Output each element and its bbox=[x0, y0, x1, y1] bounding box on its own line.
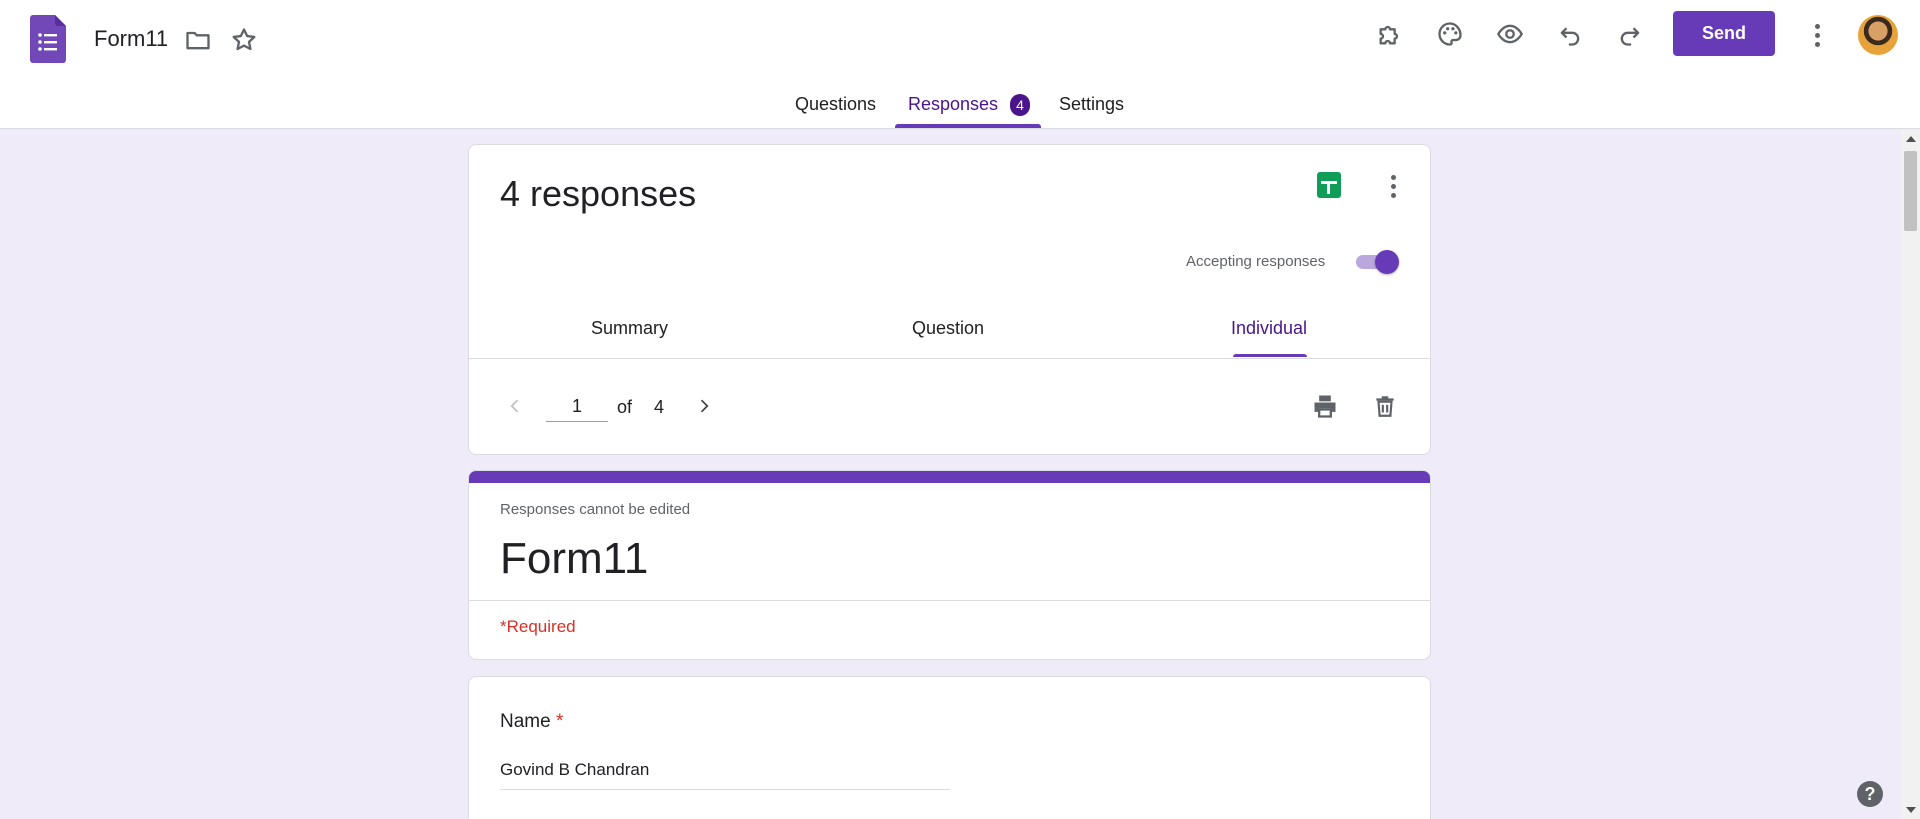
question-label: Name * bbox=[500, 711, 563, 733]
undo-icon[interactable] bbox=[1550, 14, 1590, 54]
page-scrollbar[interactable] bbox=[1901, 130, 1920, 819]
accepting-responses-label: Accepting responses bbox=[1186, 253, 1326, 270]
scroll-down-arrow-icon[interactable] bbox=[1906, 807, 1916, 813]
preview-eye-icon[interactable] bbox=[1490, 14, 1530, 54]
required-asterisk: * bbox=[555, 711, 564, 732]
subtab-question[interactable]: Question bbox=[912, 318, 984, 339]
page-number-input[interactable] bbox=[546, 392, 608, 422]
app-header: Form11 Send Questions Responses 4 Settin… bbox=[0, 0, 1920, 129]
form-title: Form11 bbox=[500, 534, 649, 583]
account-avatar[interactable] bbox=[1858, 15, 1898, 55]
responses-count-badge: 4 bbox=[1010, 94, 1030, 116]
cannot-edit-note: Responses cannot be edited bbox=[500, 501, 691, 518]
chevron-left-icon[interactable] bbox=[499, 390, 531, 422]
addon-icon[interactable] bbox=[1370, 14, 1410, 54]
tab-settings[interactable]: Settings bbox=[1059, 94, 1124, 115]
required-note: *Required bbox=[500, 617, 576, 636]
print-icon[interactable] bbox=[1309, 390, 1341, 422]
send-button[interactable]: Send bbox=[1673, 11, 1775, 56]
responses-more-icon[interactable] bbox=[1388, 175, 1398, 198]
responses-summary-card: 4 responses Accepting responses Summary … bbox=[468, 144, 1431, 455]
more-vert-icon[interactable] bbox=[1812, 24, 1822, 47]
folder-icon[interactable] bbox=[178, 20, 218, 60]
sheets-link-icon[interactable] bbox=[1317, 172, 1341, 198]
active-tab-indicator bbox=[895, 124, 1041, 128]
responses-count-heading: 4 responses bbox=[500, 173, 697, 214]
accent-bar bbox=[469, 471, 1430, 483]
tab-questions[interactable]: Questions bbox=[795, 94, 876, 115]
response-form-header-card: Responses cannot be edited Form11 *Requi… bbox=[468, 470, 1431, 660]
redo-icon[interactable] bbox=[1610, 14, 1650, 54]
help-icon[interactable]: ? bbox=[1857, 781, 1883, 807]
divider bbox=[469, 600, 1430, 601]
scroll-thumb[interactable] bbox=[1904, 151, 1917, 231]
accepting-responses-toggle[interactable] bbox=[1353, 250, 1399, 274]
chevron-right-icon[interactable] bbox=[688, 390, 720, 422]
subtab-individual[interactable]: Individual bbox=[1231, 318, 1307, 339]
pager-of-label: of bbox=[617, 397, 633, 417]
palette-icon[interactable] bbox=[1430, 14, 1470, 54]
pager-total: 4 bbox=[654, 397, 665, 417]
active-subtab-indicator bbox=[1233, 354, 1307, 357]
delete-icon[interactable] bbox=[1369, 390, 1401, 422]
star-icon[interactable] bbox=[224, 20, 264, 60]
question-text: Name bbox=[500, 711, 551, 732]
divider bbox=[469, 358, 1430, 359]
tab-responses[interactable]: Responses bbox=[908, 94, 998, 115]
question-card: Name * Govind B Chandran bbox=[468, 676, 1431, 819]
scroll-up-arrow-icon[interactable] bbox=[1906, 136, 1916, 142]
main-tabs: Questions Responses 4 Settings bbox=[0, 86, 1920, 129]
answer-text: Govind B Chandran bbox=[500, 760, 950, 790]
subtab-summary[interactable]: Summary bbox=[591, 318, 668, 339]
form-title-header[interactable]: Form11 bbox=[94, 26, 168, 52]
forms-logo-icon[interactable] bbox=[30, 15, 66, 63]
